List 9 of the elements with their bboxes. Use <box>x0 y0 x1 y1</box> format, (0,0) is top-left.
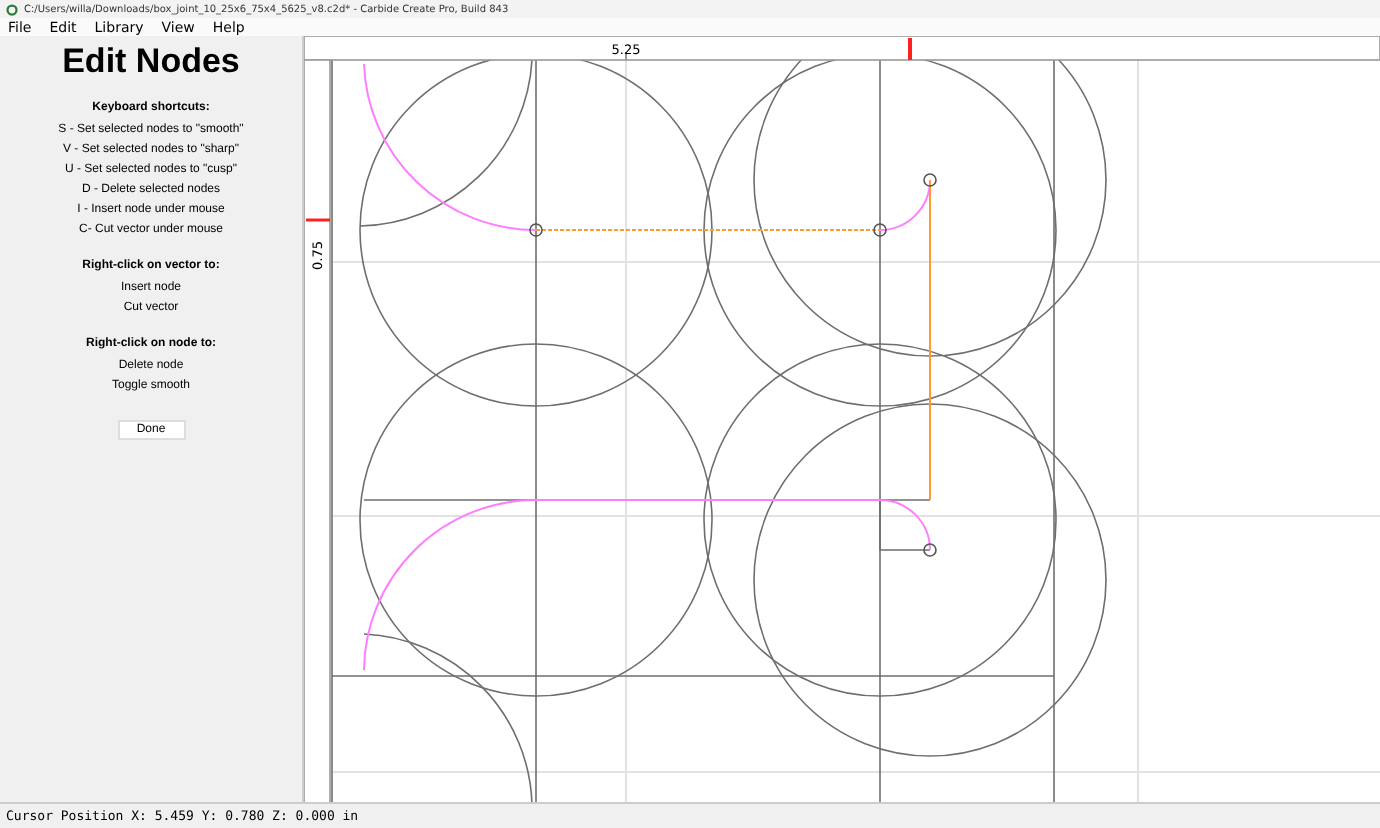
node-handle[interactable] <box>923 543 937 557</box>
cursor-marker <box>908 38 912 60</box>
app-icon <box>6 3 18 15</box>
node-handle[interactable] <box>873 223 887 237</box>
vector-path[interactable] <box>363 63 931 671</box>
node-handle[interactable] <box>529 223 543 237</box>
cursor-marker <box>306 218 330 222</box>
panel-title: Edit Nodes <box>62 42 240 82</box>
node-handle[interactable] <box>923 173 937 187</box>
